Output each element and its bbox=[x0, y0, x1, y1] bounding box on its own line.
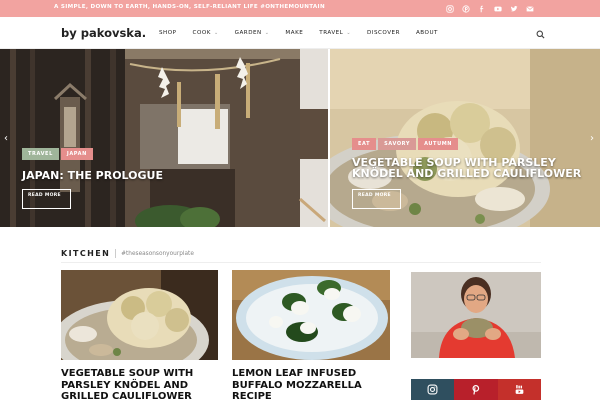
section-hashtag: #theseasonsonyourplate bbox=[121, 250, 194, 257]
category-tag-savory[interactable]: SAVORY bbox=[378, 138, 417, 150]
post-image-cauliflower-soup bbox=[61, 270, 218, 360]
sidebar-youtube-tile[interactable] bbox=[497, 379, 541, 400]
search-icon[interactable] bbox=[536, 30, 545, 39]
slider-prev-arrow[interactable]: ‹ bbox=[4, 133, 8, 144]
nav-item-shop[interactable]: SHOP bbox=[159, 30, 177, 36]
slide-categories: EAT SAVORY AUTUMN bbox=[352, 138, 459, 150]
chevron-down-icon: ⌄ bbox=[213, 30, 219, 36]
site-tagline: A SIMPLE, DOWN TO EARTH, HANDS-ON, SELF-… bbox=[54, 4, 325, 10]
email-icon[interactable] bbox=[526, 5, 534, 13]
read-more-button[interactable]: READ MORE bbox=[22, 189, 71, 209]
pinterest-icon bbox=[472, 385, 480, 395]
slide-japan[interactable]: TRAVEL JAPAN JAPAN: THE PROLOGUE READ MO… bbox=[0, 49, 328, 227]
post-image-mozzarella bbox=[232, 270, 390, 360]
slide-title[interactable]: JAPAN: THE PROLOGUE bbox=[22, 170, 242, 181]
section-title[interactable]: KITCHEN bbox=[61, 249, 110, 258]
nav-item-discover[interactable]: DISCOVER bbox=[367, 30, 400, 36]
instagram-icon bbox=[427, 384, 438, 395]
nav-item-about[interactable]: ABOUT bbox=[416, 30, 438, 36]
category-tag-eat[interactable]: EAT bbox=[352, 138, 377, 150]
chevron-down-icon: ⌄ bbox=[346, 30, 352, 36]
slider-next-arrow[interactable]: › bbox=[590, 133, 594, 144]
category-tag-travel[interactable]: TRAVEL bbox=[22, 148, 59, 160]
featured-slider: TRAVEL JAPAN JAPAN: THE PROLOGUE READ MO… bbox=[0, 49, 600, 227]
youtube-icon bbox=[515, 385, 524, 394]
chevron-down-icon: ⌄ bbox=[264, 30, 270, 36]
slide-categories: TRAVEL JAPAN bbox=[22, 148, 93, 160]
post-title[interactable]: LEMON LEAF INFUSED BUFFALO MOZZARELLA RE… bbox=[232, 368, 392, 403]
post-title[interactable]: VEGETABLE SOUP WITH PARSLEY KNÖDEL AND G… bbox=[61, 368, 221, 403]
youtube-icon[interactable] bbox=[494, 5, 502, 13]
section-underline bbox=[61, 262, 541, 263]
site-logo[interactable]: by pakovska. bbox=[61, 26, 146, 40]
kitchen-section-header: KITCHEN #theseasonsonyourplate bbox=[61, 249, 194, 258]
post-thumbnail-vegetable-soup[interactable] bbox=[61, 270, 218, 360]
category-tag-autumn[interactable]: AUTUMN bbox=[418, 138, 459, 150]
instagram-icon[interactable] bbox=[446, 4, 454, 13]
nav-item-travel[interactable]: TRAVEL ⌄ bbox=[319, 30, 351, 36]
category-tag-japan[interactable]: JAPAN bbox=[60, 148, 93, 160]
nav-item-garden[interactable]: GARDEN ⌄ bbox=[235, 30, 270, 36]
top-social-links bbox=[446, 2, 534, 15]
sidebar-instagram-tile[interactable] bbox=[411, 379, 455, 400]
facebook-icon[interactable] bbox=[478, 5, 486, 13]
nav-item-make[interactable]: MAKE bbox=[285, 30, 303, 36]
site-header: by pakovska. SHOP COOK ⌄ GARDEN ⌄ MAKE TRA… bbox=[0, 17, 600, 49]
author-profile-photo[interactable] bbox=[411, 272, 541, 358]
slide-vegetable-soup[interactable]: EAT SAVORY AUTUMN VEGETABLE SOUP WITH PA… bbox=[330, 49, 600, 227]
author-photo bbox=[411, 272, 541, 358]
sidebar-social-tiles bbox=[411, 379, 541, 400]
section-divider bbox=[115, 249, 117, 258]
slide-title[interactable]: VEGETABLE SOUP WITH PARSLEY KNÖDEL AND G… bbox=[352, 157, 598, 179]
post-thumbnail-mozzarella[interactable] bbox=[232, 270, 390, 360]
twitter-icon[interactable] bbox=[510, 5, 518, 13]
pinterest-icon[interactable] bbox=[462, 4, 470, 13]
read-more-button[interactable]: READ MORE bbox=[352, 189, 401, 209]
top-bar: A SIMPLE, DOWN TO EARTH, HANDS-ON, SELF-… bbox=[0, 0, 600, 17]
sidebar-pinterest-tile[interactable] bbox=[454, 379, 498, 400]
main-nav: SHOP COOK ⌄ GARDEN ⌄ MAKE TRAVEL ⌄ DISCOVER… bbox=[159, 30, 454, 36]
nav-item-cook[interactable]: COOK ⌄ bbox=[193, 30, 219, 36]
